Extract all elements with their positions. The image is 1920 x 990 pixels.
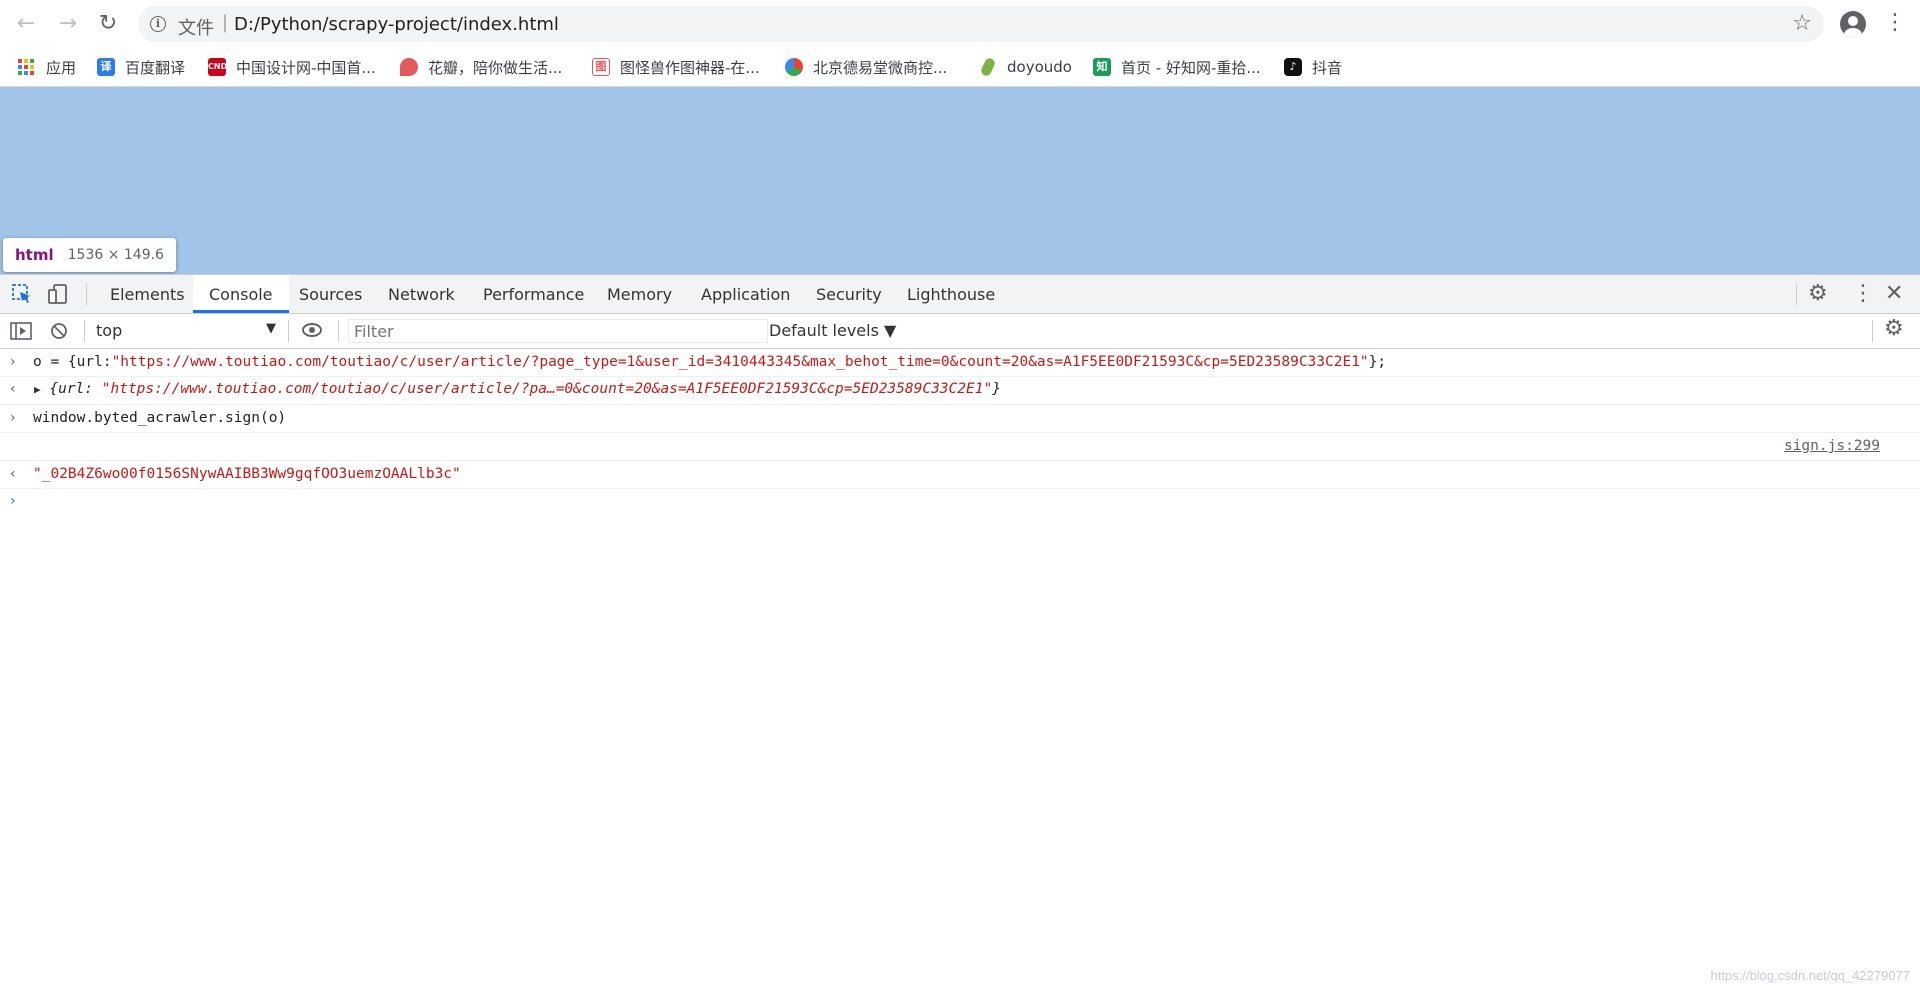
devtools-settings-icon[interactable]: ⚙ — [1808, 281, 1828, 306]
element-inspect-tooltip: html 1536 × 149.6 — [3, 238, 176, 272]
bookmark-label: 应用 — [46, 58, 77, 77]
bookmark-huaban[interactable]: 花瓣，陪你做生活... — [400, 56, 562, 78]
code-text: window.byted_acrawler.sign(o) — [33, 410, 287, 426]
dropdown-arrow-icon: ▼ — [266, 321, 276, 336]
context-selector[interactable]: top ▼ — [96, 321, 276, 341]
tab-console[interactable]: Console — [193, 275, 289, 313]
clear-console-icon[interactable] — [50, 322, 68, 340]
bookmarks-bar: 应用 译 百度翻译 CND 中国设计网-中国首... 花瓣，陪你做生活... 图… — [0, 48, 1920, 87]
huaban-icon — [400, 58, 418, 76]
filter-input[interactable] — [348, 319, 768, 343]
devtools-tab-bar: Elements Console Sources Network Perform… — [0, 275, 1920, 314]
code-string: "https://www.toutiao.com/toutiao/c/user/… — [111, 354, 1369, 370]
toolbar-divider — [288, 320, 289, 342]
cnd-icon: CND — [208, 58, 227, 76]
input-chevron-icon: › — [10, 354, 16, 370]
tab-memory[interactable]: Memory — [591, 275, 688, 313]
console-result-line[interactable]: ‹ ▶ {url: "https://www.toutiao.com/touti… — [0, 377, 1920, 405]
tab-network[interactable]: Network — [372, 275, 471, 313]
tooltip-dimensions: 1536 × 149.6 — [67, 247, 164, 263]
bookmark-douyin[interactable]: ♪ 抖音 — [1284, 56, 1342, 78]
console-prompt[interactable]: › — [0, 489, 1920, 516]
live-expression-eye-icon[interactable] — [302, 323, 322, 337]
log-levels-dropdown[interactable]: Default levels ▼ — [769, 321, 896, 340]
device-toolbar-icon[interactable] — [47, 283, 69, 305]
context-label: top — [96, 321, 123, 340]
deyitang-icon — [785, 58, 803, 76]
reload-button[interactable]: ↻ — [94, 10, 122, 38]
result-chevron-icon: ‹ — [10, 381, 16, 397]
bookmark-doyoudo[interactable]: doyoudo — [979, 56, 1072, 78]
bookmark-baidu-translate[interactable]: 译 百度翻译 — [97, 56, 185, 78]
profile-avatar-icon[interactable] — [1840, 11, 1866, 37]
page-viewport — [0, 87, 1920, 274]
back-button[interactable]: ← — [12, 10, 40, 38]
result-chevron-icon: ‹ — [10, 466, 16, 482]
console-toolbar: top ▼ Default levels ▼ ⚙ — [0, 314, 1920, 349]
tab-divider — [1796, 283, 1797, 305]
bookmark-deyitang[interactable]: 北京德易堂微商控... — [785, 56, 947, 78]
toolbar-divider — [84, 320, 85, 342]
scheme-separator: | — [222, 12, 229, 33]
bookmark-label: 北京德易堂微商控... — [813, 58, 948, 77]
toolbar-divider — [1872, 320, 1873, 342]
apps-grid-icon — [18, 59, 36, 75]
bookmark-label: 中国设计网-中国首... — [236, 58, 376, 77]
browser-menu-icon[interactable]: ⋮ — [1884, 10, 1906, 35]
devtools-menu-icon[interactable]: ⋮ — [1852, 281, 1874, 306]
bookmark-cnd[interactable]: CND 中国设计网-中国首... — [208, 56, 376, 78]
bookmark-tuguaishou[interactable]: 图 图怪兽作图神器-在... — [592, 56, 760, 78]
bookmark-label: 百度翻译 — [125, 58, 186, 77]
bookmark-label: 首页 - 好知网-重拾... — [1121, 58, 1261, 77]
console-log-line: sign.js:299 — [0, 433, 1920, 461]
tab-application[interactable]: Application — [685, 275, 806, 313]
console-input-line[interactable]: › window.byted_acrawler.sign(o) — [0, 405, 1920, 433]
info-icon[interactable]: i — [150, 16, 166, 32]
bookmark-apps[interactable]: 应用 — [18, 56, 76, 78]
bookmark-haozhi[interactable]: 知 首页 - 好知网-重拾... — [1093, 56, 1261, 78]
scheme-label: 文件 — [178, 18, 214, 39]
devtools-close-icon[interactable]: ✕ — [1885, 281, 1903, 306]
object-preview-text: {url: — [49, 381, 102, 397]
tab-security[interactable]: Security — [800, 275, 898, 313]
url-text[interactable]: D:/Python/scrapy-project/index.html — [234, 14, 559, 35]
expand-triangle-icon[interactable]: ▶ — [34, 383, 41, 396]
baidu-translate-icon: 译 — [97, 58, 115, 76]
console-output: › o = {url:"https://www.toutiao.com/tout… — [0, 349, 1920, 516]
console-settings-icon[interactable]: ⚙ — [1884, 316, 1904, 341]
tab-elements[interactable]: Elements — [94, 275, 201, 313]
tab-performance[interactable]: Performance — [467, 275, 600, 313]
prompt-chevron-icon: › — [10, 493, 16, 509]
douyin-icon: ♪ — [1284, 58, 1302, 76]
tab-lighthouse[interactable]: Lighthouse — [891, 275, 1011, 313]
source-link[interactable]: sign.js:299 — [1784, 438, 1880, 454]
bookmark-label: doyoudo — [1007, 58, 1072, 76]
bookmark-label: 花瓣，陪你做生活... — [428, 58, 563, 77]
address-bar[interactable]: i 文件 | D:/Python/scrapy-project/index.ht… — [138, 6, 1824, 42]
devtools-panel: Elements Console Sources Network Perform… — [0, 274, 1920, 990]
watermark: https://blog.csdn.net/qq_42279077 — [1710, 968, 1911, 983]
code-text: o = {url: — [33, 354, 112, 370]
bookmark-label: 抖音 — [1312, 58, 1343, 77]
tuguaishou-icon: 图 — [592, 58, 610, 76]
bookmark-label: 图怪兽作图神器-在... — [620, 58, 760, 77]
object-preview-text: } — [992, 381, 1001, 397]
doyoudo-icon — [979, 56, 997, 78]
console-input-line[interactable]: › o = {url:"https://www.toutiao.com/tout… — [0, 349, 1920, 377]
object-preview-string: "https://www.toutiao.com/toutiao/c/user/… — [101, 381, 993, 397]
toolbar-divider — [338, 320, 339, 342]
sidebar-toggle-icon[interactable] — [10, 322, 32, 340]
bookmark-star-icon[interactable]: ☆ — [1792, 11, 1812, 36]
tooltip-tag: html — [15, 246, 54, 264]
code-text: }; — [1368, 354, 1387, 370]
browser-toolbar: ← → ↻ i 文件 | D:/Python/scrapy-project/in… — [0, 0, 1920, 48]
haozhi-icon: 知 — [1093, 58, 1111, 76]
input-chevron-icon: › — [10, 410, 16, 426]
result-string: "_02B4Z6wo00f0156SNywAAIBB3Ww9gqfOO3uemz… — [33, 466, 461, 482]
tab-sources[interactable]: Sources — [283, 275, 378, 313]
inspect-element-icon[interactable] — [11, 283, 33, 305]
tab-divider — [86, 283, 87, 305]
forward-button[interactable]: → — [54, 10, 82, 38]
console-result-line[interactable]: ‹ "_02B4Z6wo00f0156SNywAAIBB3Ww9gqfOO3ue… — [0, 461, 1920, 489]
